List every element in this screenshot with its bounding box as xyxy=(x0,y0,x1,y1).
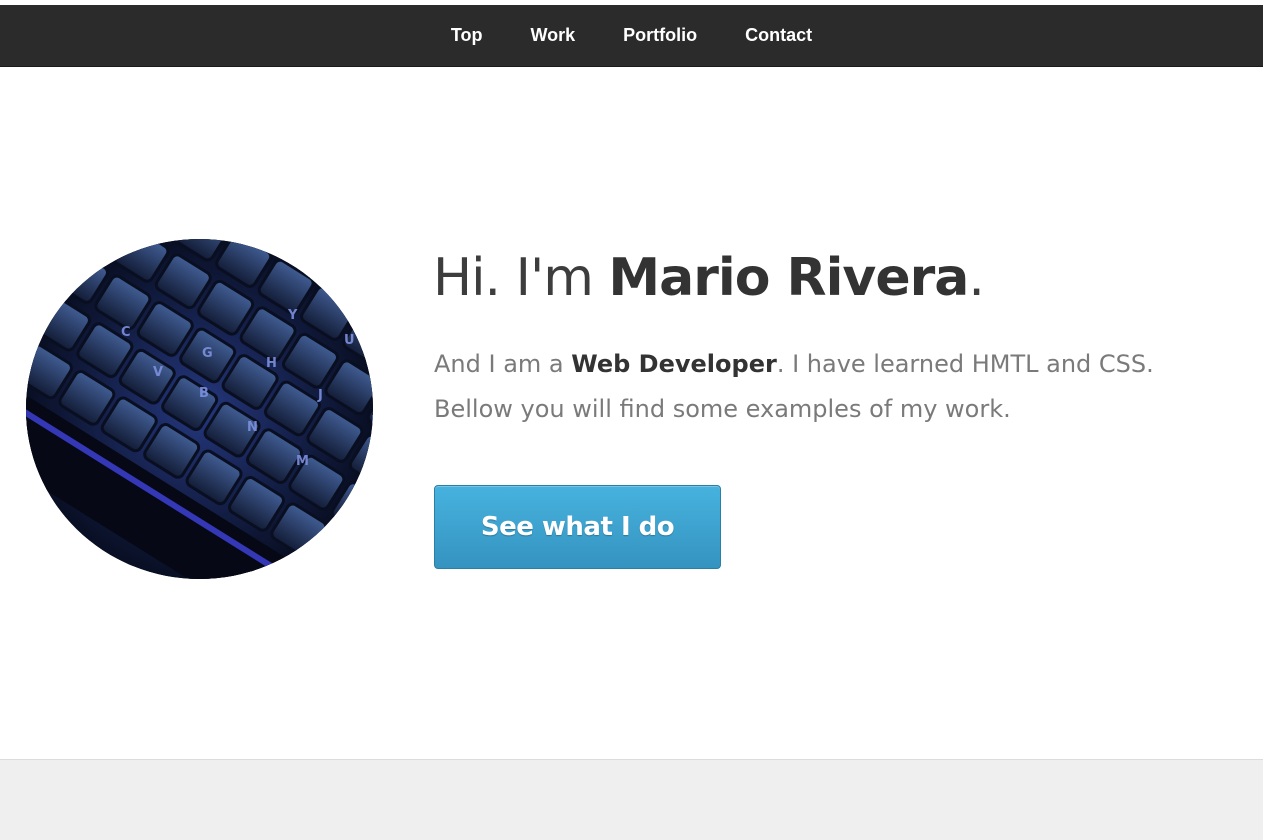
greeting-suffix: . xyxy=(968,248,985,308)
footer-area xyxy=(0,759,1263,840)
navbar: Top Work Portfolio Contact xyxy=(0,5,1263,67)
greeting-heading: Hi. I'm Mario Rivera. xyxy=(433,243,985,313)
keyboard-photo-image: C V G H Y U B N M J K xyxy=(26,239,373,579)
nav-item-portfolio[interactable]: Portfolio xyxy=(599,25,721,46)
see-what-i-do-button[interactable]: See what I do xyxy=(434,485,721,569)
nav-item-top[interactable]: Top xyxy=(427,25,507,46)
nav-list: Top Work Portfolio Contact xyxy=(0,5,1263,66)
intro-prefix: And I am a xyxy=(434,350,572,378)
nav-item-contact[interactable]: Contact xyxy=(721,25,836,46)
nav-item-work[interactable]: Work xyxy=(506,25,599,46)
developer-role: Web Developer xyxy=(571,350,777,378)
hero-section: C V G H Y U B N M J K Hi. I'm Mario Rive… xyxy=(0,67,1263,759)
developer-name: Mario Rivera xyxy=(608,248,969,308)
intro-text: And I am a Web Developer. I have learned… xyxy=(434,342,1234,432)
greeting-prefix: Hi. I'm xyxy=(433,248,609,308)
keyboard-photo-avatar: C V G H Y U B N M J K xyxy=(26,239,373,579)
